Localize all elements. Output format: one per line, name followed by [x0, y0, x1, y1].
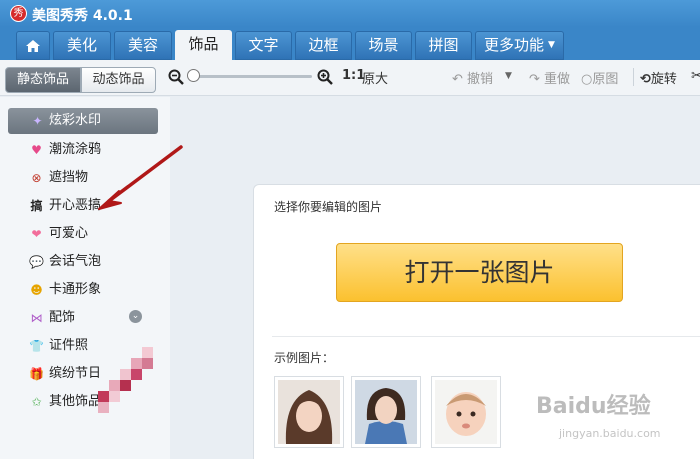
sample-image-thumbnail[interactable] — [431, 376, 501, 448]
tab-more-features[interactable]: 更多功能 ▼ — [475, 31, 564, 60]
original-size-button[interactable]: 原大 — [362, 68, 388, 87]
rotate-label: 旋转 — [650, 72, 677, 87]
sidebar-item-label: 卡通形象 — [49, 282, 102, 297]
tab-collage[interactable]: 拼图 — [415, 31, 472, 60]
caret-down-icon: ▼ — [548, 40, 555, 50]
sample-portrait-girl — [278, 380, 340, 444]
zoom-in-icon[interactable] — [317, 69, 333, 85]
expand-chevron-icon[interactable]: ⌄ — [129, 310, 142, 323]
undo-dropdown-icon[interactable]: ▼ — [505, 71, 512, 81]
sample-portrait-baby — [435, 380, 497, 444]
sparkle-icon: ✦ — [32, 114, 43, 128]
sidebar-item-label: 会话气泡 — [49, 254, 102, 269]
sample-image-thumbnail[interactable] — [274, 376, 344, 448]
redo-icon: ↷ — [529, 72, 540, 87]
sidebar-item-label: 配饰 — [49, 310, 76, 325]
more-features-label: 更多功能 — [484, 36, 545, 54]
window-title: 美图秀秀 4.0.1 — [32, 8, 133, 24]
tab-scene[interactable]: 场景 — [355, 31, 412, 60]
heart-icon: ❤ — [31, 227, 42, 241]
zoom-slider-thumb[interactable] — [187, 69, 200, 82]
sidebar-item-label: 可爱心 — [49, 226, 89, 241]
toolbar-divider — [633, 68, 634, 86]
home-icon — [26, 40, 40, 52]
sample-image-thumbnail[interactable] — [351, 376, 421, 448]
annotation-arrow — [98, 145, 183, 210]
title-bar: 秀 美图秀秀 4.0.1 — [0, 0, 700, 27]
cartoon-icon: ☻ — [30, 283, 43, 297]
subtab-dynamic-accessories[interactable]: 动态饰品 — [81, 67, 156, 93]
tab-frame[interactable]: 边框 — [295, 31, 352, 60]
sidebar-item-label: 缤纷节日 — [49, 366, 102, 381]
zoom-slider-track[interactable] — [192, 75, 312, 78]
zoom-out-icon[interactable] — [168, 69, 184, 85]
original-image-button[interactable]: ○原图 — [581, 68, 618, 87]
sidebar-item-cute-heart[interactable]: ❤ 可爱心 — [24, 223, 164, 245]
privacy-mosaic — [98, 347, 153, 413]
tab-home[interactable] — [16, 31, 50, 60]
tab-makeup[interactable]: 美容 — [114, 31, 172, 60]
open-image-prompt: 选择你要编辑的图片 — [274, 200, 383, 214]
panel-divider — [272, 336, 700, 337]
sidebar-item-label: 遮挡物 — [49, 170, 89, 185]
rotate-icon: ⟲ — [640, 72, 651, 87]
original-image-label: 原图 — [592, 72, 619, 87]
sidebar-item-cartoon[interactable]: ☻ 卡通形象 — [24, 279, 164, 301]
sample-images-label: 示例图片： — [274, 351, 335, 365]
prank-icon: 搞 — [30, 199, 43, 213]
watermark-url: jingyan.baidu.com — [559, 427, 661, 440]
tab-beautify[interactable]: 美化 — [53, 31, 111, 60]
subtab-static-accessories[interactable]: 静态饰品 — [5, 67, 81, 93]
speech-bubble-icon: 💬 — [29, 255, 44, 269]
sidebar-item-label: 炫彩水印 — [49, 113, 102, 128]
sidebar-item-colorful-watermark[interactable]: ✦ 炫彩水印 — [8, 108, 158, 134]
tab-accessories[interactable]: 饰品 — [175, 30, 232, 60]
gift-icon: 🎁 — [29, 367, 44, 381]
mask-icon: ⊗ — [31, 171, 42, 185]
cut-icon[interactable]: ✂ — [691, 68, 700, 84]
redo-button[interactable]: ↷ 重做 — [529, 68, 570, 87]
sidebar-item-label: 潮流涂鸦 — [49, 142, 102, 157]
rotate-button[interactable]: ⟲旋转 — [640, 68, 677, 87]
sidebar-item-accessories[interactable]: ⋈ 配饰 — [24, 307, 164, 329]
shirt-icon: 👕 — [29, 339, 44, 353]
tab-text[interactable]: 文字 — [235, 31, 292, 60]
sample-portrait-woman — [355, 380, 417, 444]
circle-icon: ○ — [581, 72, 593, 87]
sidebar-item-label: 证件照 — [49, 338, 89, 353]
sidebar-item-speech-bubble[interactable]: 💬 会话气泡 — [24, 251, 164, 273]
main-tab-bar: 美化 美容 饰品 文字 边框 场景 拼图 更多功能 ▼ — [0, 27, 700, 60]
baidu-jingyan-watermark: Baidu经验 — [536, 394, 651, 419]
lips-icon: ♥ — [31, 143, 42, 157]
sidebar-item-label: 开心恶搞 — [49, 198, 102, 213]
redo-label: 重做 — [544, 72, 571, 87]
open-image-button[interactable]: 打开一张图片 — [336, 243, 623, 302]
app-logo-icon: 秀 — [10, 5, 27, 22]
bow-icon: ⋈ — [30, 311, 43, 325]
star-icon: ✩ — [31, 395, 42, 409]
undo-label: 撤销 — [467, 72, 494, 87]
undo-button[interactable]: ↶ 撤销 — [452, 68, 493, 87]
undo-icon: ↶ — [452, 72, 463, 87]
sidebar-item-label: 其他饰品 — [49, 394, 102, 409]
